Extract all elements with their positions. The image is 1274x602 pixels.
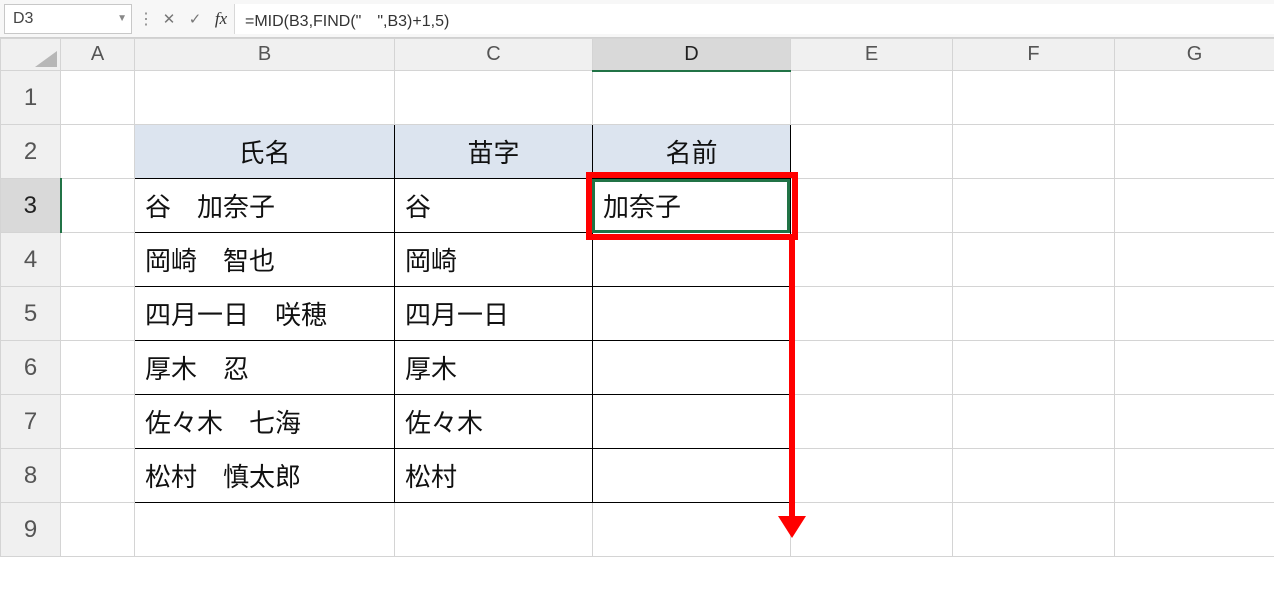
cell-A1[interactable] — [61, 71, 135, 125]
cell-E4[interactable] — [791, 233, 953, 287]
cancel-icon: ✕ — [163, 10, 176, 28]
row-header-5[interactable]: 5 — [1, 287, 61, 341]
row-header-8[interactable]: 8 — [1, 449, 61, 503]
cell-D8[interactable] — [593, 449, 791, 503]
insert-function-button[interactable]: fx — [208, 6, 234, 32]
cell-B1[interactable] — [135, 71, 395, 125]
row-header-4[interactable]: 4 — [1, 233, 61, 287]
cell-B6[interactable]: 厚木 忍 — [135, 341, 395, 395]
col-header-E[interactable]: E — [791, 39, 953, 71]
cell-D7[interactable] — [593, 395, 791, 449]
cell-G7[interactable] — [1115, 395, 1274, 449]
cell-E7[interactable] — [791, 395, 953, 449]
cell-A3[interactable] — [61, 179, 135, 233]
confirm-formula-button[interactable]: ✓ — [182, 6, 208, 32]
row-header-3[interactable]: 3 — [1, 179, 61, 233]
cell-D1[interactable] — [593, 71, 791, 125]
cell-G5[interactable] — [1115, 287, 1274, 341]
cell-A5[interactable] — [61, 287, 135, 341]
cell-D5[interactable] — [593, 287, 791, 341]
cell-C2[interactable]: 苗字 — [395, 125, 593, 179]
cell-B9[interactable] — [135, 503, 395, 557]
cell-G6[interactable] — [1115, 341, 1274, 395]
col-header-A[interactable]: A — [61, 39, 135, 71]
name-box[interactable]: D3 ▼ — [4, 4, 132, 34]
cell-B7[interactable]: 佐々木 七海 — [135, 395, 395, 449]
fx-icon: fx — [215, 9, 227, 29]
cell-A9[interactable] — [61, 503, 135, 557]
cell-B5[interactable]: 四月一日 咲穂 — [135, 287, 395, 341]
col-header-D[interactable]: D — [593, 39, 791, 71]
cell-E8[interactable] — [791, 449, 953, 503]
name-box-value: D3 — [13, 10, 33, 28]
cell-G9[interactable] — [1115, 503, 1274, 557]
formula-text: =MID(B3,FIND(" ",B3)+1,5) — [245, 7, 449, 31]
cell-C3[interactable]: 谷 — [395, 179, 593, 233]
cell-E3[interactable] — [791, 179, 953, 233]
cell-C7[interactable]: 佐々木 — [395, 395, 593, 449]
spreadsheet-grid[interactable]: A B C D E F G 1 2 氏名 苗字 名前 — [0, 38, 1274, 557]
check-icon: ✓ — [189, 10, 202, 28]
row-header-7[interactable]: 7 — [1, 395, 61, 449]
cell-F8[interactable] — [953, 449, 1115, 503]
cell-F2[interactable] — [953, 125, 1115, 179]
cell-C1[interactable] — [395, 71, 593, 125]
formula-bar-separator: ⋮ — [136, 9, 156, 29]
cell-B8[interactable]: 松村 慎太郎 — [135, 449, 395, 503]
formula-bar: D3 ▼ ⋮ ✕ ✓ fx =MID(B3,FIND(" ",B3)+1,5) — [0, 0, 1274, 38]
row-header-6[interactable]: 6 — [1, 341, 61, 395]
cell-E5[interactable] — [791, 287, 953, 341]
cell-B2[interactable]: 氏名 — [135, 125, 395, 179]
cell-G8[interactable] — [1115, 449, 1274, 503]
cell-A4[interactable] — [61, 233, 135, 287]
cell-B3[interactable]: 谷 加奈子 — [135, 179, 395, 233]
cancel-formula-button[interactable]: ✕ — [156, 6, 182, 32]
cell-A8[interactable] — [61, 449, 135, 503]
cell-C9[interactable] — [395, 503, 593, 557]
cell-D6[interactable] — [593, 341, 791, 395]
cell-E2[interactable] — [791, 125, 953, 179]
cell-C4[interactable]: 岡崎 — [395, 233, 593, 287]
cell-E6[interactable] — [791, 341, 953, 395]
cell-C6[interactable]: 厚木 — [395, 341, 593, 395]
col-header-B[interactable]: B — [135, 39, 395, 71]
cell-C8[interactable]: 松村 — [395, 449, 593, 503]
name-box-dropdown-icon[interactable]: ▼ — [117, 13, 127, 24]
cell-F7[interactable] — [953, 395, 1115, 449]
col-header-F[interactable]: F — [953, 39, 1115, 71]
cell-D4[interactable] — [593, 233, 791, 287]
cell-G4[interactable] — [1115, 233, 1274, 287]
spreadsheet-grid-wrap: A B C D E F G 1 2 氏名 苗字 名前 — [0, 38, 1274, 557]
select-all-corner[interactable] — [1, 39, 61, 71]
cell-A2[interactable] — [61, 125, 135, 179]
cell-B4[interactable]: 岡崎 智也 — [135, 233, 395, 287]
cell-F1[interactable] — [953, 71, 1115, 125]
cell-A6[interactable] — [61, 341, 135, 395]
cell-E1[interactable] — [791, 71, 953, 125]
col-header-C[interactable]: C — [395, 39, 593, 71]
cell-E9[interactable] — [791, 503, 953, 557]
formula-input[interactable]: =MID(B3,FIND(" ",B3)+1,5) — [234, 4, 1274, 34]
cell-D3[interactable]: 加奈子 — [593, 179, 791, 233]
cell-F9[interactable] — [953, 503, 1115, 557]
cell-D2[interactable]: 名前 — [593, 125, 791, 179]
cell-C5[interactable]: 四月一日 — [395, 287, 593, 341]
row-header-9[interactable]: 9 — [1, 503, 61, 557]
cell-G1[interactable] — [1115, 71, 1274, 125]
row-header-1[interactable]: 1 — [1, 71, 61, 125]
cell-G2[interactable] — [1115, 125, 1274, 179]
col-header-G[interactable]: G — [1115, 39, 1274, 71]
cell-F5[interactable] — [953, 287, 1115, 341]
cell-G3[interactable] — [1115, 179, 1274, 233]
cell-F3[interactable] — [953, 179, 1115, 233]
row-header-2[interactable]: 2 — [1, 125, 61, 179]
cell-D9[interactable] — [593, 503, 791, 557]
cell-F4[interactable] — [953, 233, 1115, 287]
cell-A7[interactable] — [61, 395, 135, 449]
cell-F6[interactable] — [953, 341, 1115, 395]
